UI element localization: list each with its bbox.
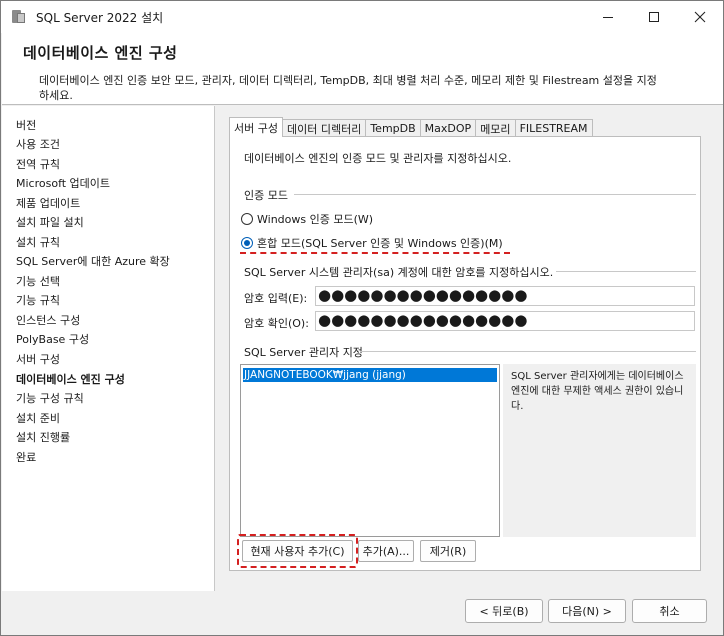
nav-item-install-setup-files[interactable]: 설치 파일 설치 [16, 214, 84, 230]
nav-item-feature-configuration-rules[interactable]: 기능 구성 규칙 [16, 390, 84, 406]
admins-group-label: SQL Server 관리자 지정 [244, 346, 363, 359]
nav-item-feature-selection[interactable]: 기능 선택 [16, 273, 60, 289]
window-title: SQL Server 2022 설치 [36, 10, 164, 25]
setup-window: SQL Server 2022 설치 데이터베이스 엔진 구성 데이터베이스 엔… [0, 0, 724, 636]
auth-mode-group-divider [294, 194, 696, 195]
nav-item-complete[interactable]: 완료 [16, 449, 36, 465]
step-navigation: 버전 사용 조건 전역 규칙 Microsoft 업데이트 제품 업데이트 설치… [2, 106, 215, 591]
nav-item-installation-progress[interactable]: 설치 진행률 [16, 429, 70, 445]
admins-group-divider [360, 351, 696, 352]
nav-item-license-terms[interactable]: 사용 조건 [16, 136, 60, 152]
nav-item-azure-extension[interactable]: SQL Server에 대한 Azure 확장 [16, 253, 170, 269]
tab-server-configuration[interactable]: 서버 구성 [229, 117, 283, 137]
remove-button[interactable]: 제거(R) [420, 540, 476, 562]
confirm-password-label: 암호 확인(O): [244, 317, 309, 330]
page-title: 데이터베이스 엔진 구성 [23, 44, 178, 62]
next-button[interactable]: 다음(N) > [548, 599, 626, 623]
tab-data-directories[interactable]: 데이터 디렉터리 [281, 119, 367, 137]
admin-info-text: SQL Server 관리자에게는 데이터베이스 엔진에 대한 무제한 액세스 … [503, 364, 696, 537]
minimize-icon [603, 16, 613, 18]
nav-item-edition[interactable]: 버전 [16, 117, 36, 133]
maximize-button[interactable] [631, 1, 677, 33]
minimize-button[interactable] [585, 1, 631, 33]
sa-password-group-divider [556, 271, 696, 272]
mixed-auth-radio[interactable] [241, 237, 253, 249]
nav-item-server-configuration[interactable]: 서버 구성 [16, 351, 60, 367]
auth-mode-group-label: 인증 모드 [244, 189, 288, 202]
sa-password-group-label: SQL Server 시스템 관리자(sa) 계정에 대한 암호를 지정하십시오… [244, 266, 554, 279]
nav-item-feature-rules[interactable]: 기능 규칙 [16, 292, 60, 308]
tab-memory[interactable]: 메모리 [475, 119, 516, 137]
windows-auth-label: Windows 인증 모드(W) [257, 213, 374, 226]
intro-text: 데이터베이스 엔진의 인증 모드 및 관리자를 지정하십시오. [244, 152, 512, 165]
title-bar: SQL Server 2022 설치 [1, 1, 723, 33]
password-label: 암호 입력(E): [244, 292, 308, 305]
page-description: 데이터베이스 엔진 인증 보안 모드, 관리자, 데이터 디렉터리, TempD… [39, 74, 657, 102]
sql-setup-app-icon [10, 9, 26, 25]
cancel-button[interactable]: 취소 [632, 599, 707, 623]
close-button[interactable] [677, 1, 723, 33]
add-current-user-highlight [237, 534, 358, 568]
windows-auth-radio[interactable] [241, 213, 253, 225]
admin-list[interactable]: JJANGNOTEBOOK₩jjang (jjang) [240, 364, 500, 537]
server-configuration-panel: 데이터베이스 엔진의 인증 모드 및 관리자를 지정하십시오. 인증 모드 Wi… [229, 136, 701, 571]
nav-item-database-engine-configuration[interactable]: 데이터베이스 엔진 구성 [16, 371, 125, 387]
config-tabs: 서버 구성 데이터 디렉터리 TempDB MaxDOP 메모리 FILESTR… [229, 117, 593, 137]
mixed-auth-highlight [240, 252, 510, 254]
back-button[interactable]: < 뒤로(B) [465, 599, 543, 623]
tab-tempdb[interactable]: TempDB [365, 119, 421, 137]
nav-item-instance-configuration[interactable]: 인스턴스 구성 [16, 312, 80, 328]
mixed-auth-option[interactable]: 혼합 모드(SQL Server 인증 및 Windows 인증)(M) [241, 235, 503, 251]
nav-item-product-updates[interactable]: 제품 업데이트 [16, 195, 80, 211]
nav-item-microsoft-update[interactable]: Microsoft 업데이트 [16, 175, 110, 191]
mixed-auth-label: 혼합 모드(SQL Server 인증 및 Windows 인증)(M) [257, 237, 503, 250]
nav-item-ready-to-install[interactable]: 설치 준비 [16, 410, 60, 426]
password-field[interactable]: ●●●●●●●●●●●●●●●● [315, 286, 695, 306]
page-header: 데이터베이스 엔진 구성 데이터베이스 엔진 인증 보안 모드, 관리자, 데이… [2, 33, 723, 105]
admin-list-item[interactable]: JJANGNOTEBOOK₩jjang (jjang) [243, 368, 497, 382]
maximize-icon [649, 12, 659, 22]
confirm-password-field[interactable]: ●●●●●●●●●●●●●●●● [315, 311, 695, 331]
close-icon [694, 11, 706, 23]
add-button[interactable]: 추가(A)... [358, 540, 414, 562]
tab-maxdop[interactable]: MaxDOP [419, 119, 477, 137]
windows-auth-option[interactable]: Windows 인증 모드(W) [241, 211, 373, 227]
nav-item-polybase-configuration[interactable]: PolyBase 구성 [16, 331, 89, 347]
nav-item-global-rules[interactable]: 전역 규칙 [16, 156, 60, 172]
tab-filestream[interactable]: FILESTREAM [514, 119, 593, 137]
nav-item-install-rules[interactable]: 설치 규칙 [16, 234, 60, 250]
